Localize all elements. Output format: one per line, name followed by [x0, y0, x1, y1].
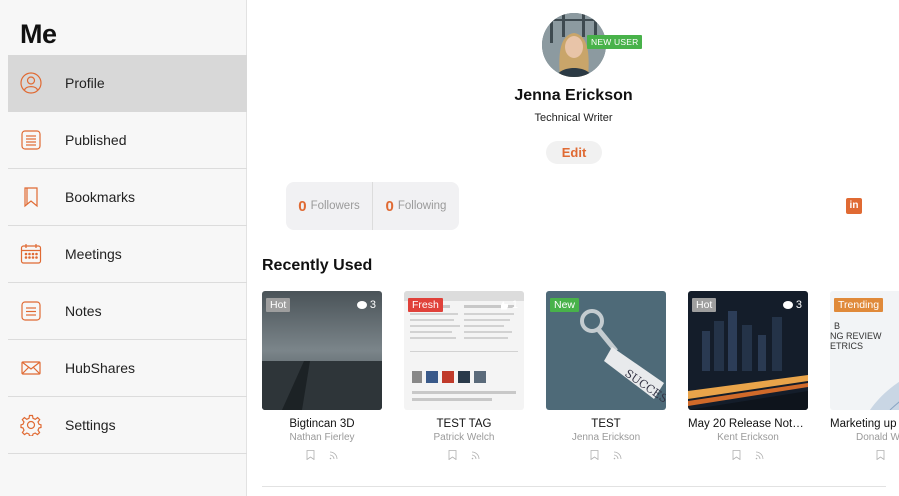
- card-actions: [830, 450, 899, 460]
- bookmark-icon[interactable]: [448, 450, 457, 460]
- card-tag: Hot: [266, 298, 291, 312]
- content-card[interactable]: SUCCES New TEST Jenna Erickson: [546, 291, 666, 460]
- comment-icon: [782, 300, 793, 309]
- sidebar-item-label: Bookmarks: [65, 189, 136, 205]
- card-actions: [688, 450, 808, 460]
- sidebar-item-label: Meetings: [65, 246, 122, 262]
- card-actions: [262, 450, 382, 460]
- linkedin-icon[interactable]: in: [846, 198, 862, 214]
- sidebar-item-label: Notes: [65, 303, 102, 319]
- content-card[interactable]: Hot 3 May 20 Release Note... Kent Ericks…: [688, 291, 808, 460]
- card-thumbnail: B NG REVIEW ETRICS Trending: [830, 291, 899, 410]
- bookmark-icon[interactable]: [732, 450, 741, 460]
- card-author: Donald W: [856, 432, 899, 443]
- card-author: Jenna Erickson: [571, 432, 641, 443]
- followers-button[interactable]: 0 Followers: [286, 182, 372, 230]
- card-author: Kent Erickson: [717, 432, 779, 443]
- new-user-badge: NEW USER: [587, 35, 643, 49]
- card-thumbnail: Hot 3: [262, 291, 382, 410]
- sidebar: Me Profile Published Bookmarks Meetings: [0, 0, 247, 496]
- rss-icon[interactable]: [471, 450, 480, 460]
- sidebar-item-label: Published: [65, 132, 127, 148]
- card-tag: Hot: [692, 298, 717, 312]
- card-actions: [546, 450, 666, 460]
- card-likes: 1: [499, 299, 518, 311]
- published-icon: [20, 129, 42, 151]
- recently-used-heading: Recently Used: [262, 257, 373, 274]
- card-tag: Fresh: [408, 298, 443, 312]
- card-author: Nathan Fierley: [289, 432, 355, 443]
- sidebar-item-profile[interactable]: Profile: [8, 55, 247, 112]
- card-comments: 3: [356, 299, 376, 311]
- rss-icon[interactable]: [613, 450, 622, 460]
- edit-profile-button[interactable]: Edit: [546, 141, 602, 164]
- rss-icon[interactable]: [755, 450, 764, 460]
- card-thumbnail: Fresh 1: [404, 291, 524, 410]
- follow-stats: 0 Followers 0 Following: [286, 182, 459, 230]
- card-author: Patrick Welch: [433, 432, 495, 443]
- calendar-icon: [20, 243, 42, 265]
- following-button[interactable]: 0 Following: [372, 182, 459, 230]
- notes-icon: [20, 300, 42, 322]
- card-thumbnail: SUCCES New: [546, 291, 666, 410]
- bookmark-icon: [20, 186, 42, 208]
- bookmark-icon[interactable]: [876, 450, 885, 460]
- rss-icon[interactable]: [329, 450, 338, 460]
- content-card[interactable]: B NG REVIEW ETRICS Trending Marketing up…: [830, 291, 899, 460]
- envelope-icon: [20, 357, 42, 379]
- like-count: 1: [511, 299, 518, 311]
- sidebar-item-bookmarks[interactable]: Bookmarks: [8, 169, 247, 226]
- gear-icon: [20, 414, 42, 436]
- profile-panel: NEW USER Jenna Erickson Technical Writer…: [248, 0, 899, 496]
- card-title: TEST TAG: [436, 418, 492, 430]
- divider: [262, 486, 886, 487]
- sidebar-item-label: Profile: [65, 75, 105, 91]
- card-title: Bigtincan 3D: [289, 418, 355, 430]
- card-title: Marketing up: [830, 418, 897, 430]
- sidebar-item-published[interactable]: Published: [8, 112, 247, 169]
- card-tag: Trending: [834, 298, 884, 312]
- card-comments: 3: [782, 299, 802, 311]
- content-card[interactable]: Hot 3 Bigtincan 3D Nathan Fierley: [262, 291, 382, 460]
- comment-icon: [356, 300, 367, 309]
- sidebar-item-hubshares[interactable]: HubShares: [8, 340, 247, 397]
- sidebar-item-settings[interactable]: Settings: [8, 397, 247, 454]
- user-name: Jenna Erickson: [514, 87, 633, 104]
- user-job-title: Technical Writer: [534, 112, 613, 124]
- bookmark-icon[interactable]: [306, 450, 315, 460]
- followers-count: 0: [298, 197, 307, 215]
- card-thumbnail: Hot 3: [688, 291, 808, 410]
- sidebar-item-meetings[interactable]: Meetings: [8, 226, 247, 283]
- sidebar-nav: Profile Published Bookmarks Meetings Not…: [8, 55, 247, 454]
- recent-cards: Hot 3 Bigtincan 3D Nathan Fierley Fresh …: [262, 291, 899, 471]
- like-icon: [500, 301, 508, 309]
- content-card[interactable]: Fresh 1 TEST TAG Patrick Welch: [404, 291, 524, 460]
- sidebar-item-label: HubShares: [65, 360, 136, 376]
- sidebar-item-label: Settings: [65, 417, 116, 433]
- card-actions: [404, 450, 524, 460]
- profile-icon: [20, 72, 42, 94]
- sidebar-item-notes[interactable]: Notes: [8, 283, 247, 340]
- following-count: 0: [385, 197, 394, 215]
- card-title: May 20 Release Note...: [688, 418, 808, 430]
- comment-count: 3: [369, 299, 376, 311]
- card-tag: New: [550, 298, 580, 312]
- followers-label: Followers: [310, 200, 360, 212]
- comment-count: 3: [795, 299, 802, 311]
- following-label: Following: [397, 200, 447, 212]
- card-title: TEST: [591, 418, 621, 430]
- bookmark-icon[interactable]: [590, 450, 599, 460]
- sidebar-title: Me: [20, 19, 57, 49]
